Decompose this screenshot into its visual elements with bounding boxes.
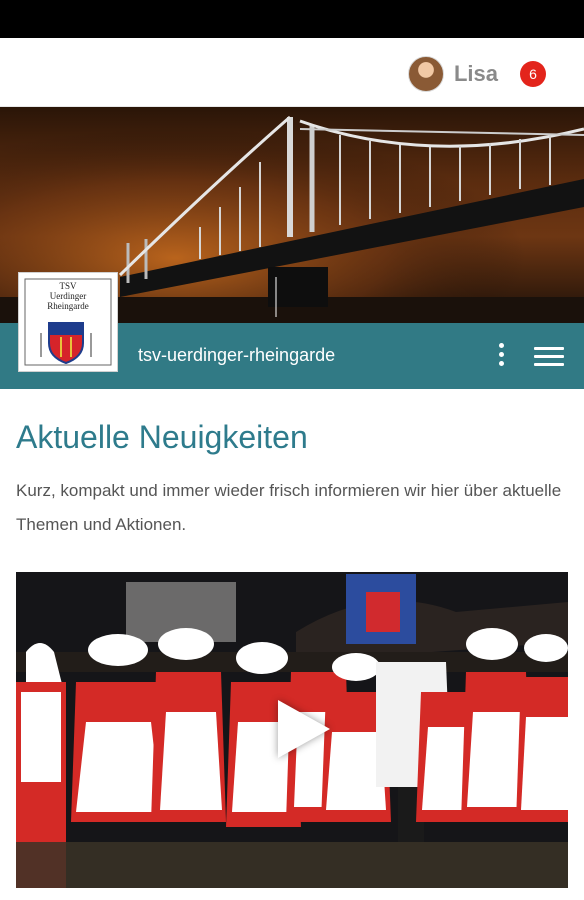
club-logo[interactable]: TSV Uerdinger Rheingarde <box>18 272 118 372</box>
top-bar: Lisa 6 <box>0 38 584 107</box>
logo-text: TSV Uerdinger Rheingarde <box>47 281 89 311</box>
page-title: Aktuelle Neuigkeiten <box>16 419 308 455</box>
user-menu[interactable]: Lisa 6 <box>407 56 546 92</box>
user-name[interactable]: Lisa <box>454 61 498 87</box>
video-thumbnail[interactable] <box>16 572 568 888</box>
play-icon[interactable] <box>278 700 330 758</box>
notification-badge[interactable]: 6 <box>520 61 546 87</box>
status-bar <box>0 0 584 38</box>
menu-icon[interactable] <box>534 347 564 367</box>
main-content: Aktuelle Neuigkeiten Kurz, kompakt und i… <box>0 419 584 888</box>
more-vert-icon[interactable] <box>496 343 506 371</box>
site-title[interactable]: tsv-uerdinger-rheingarde <box>138 345 335 366</box>
intro-text: Kurz, kompakt und immer wieder frisch in… <box>16 481 562 534</box>
avatar[interactable] <box>407 56 444 92</box>
